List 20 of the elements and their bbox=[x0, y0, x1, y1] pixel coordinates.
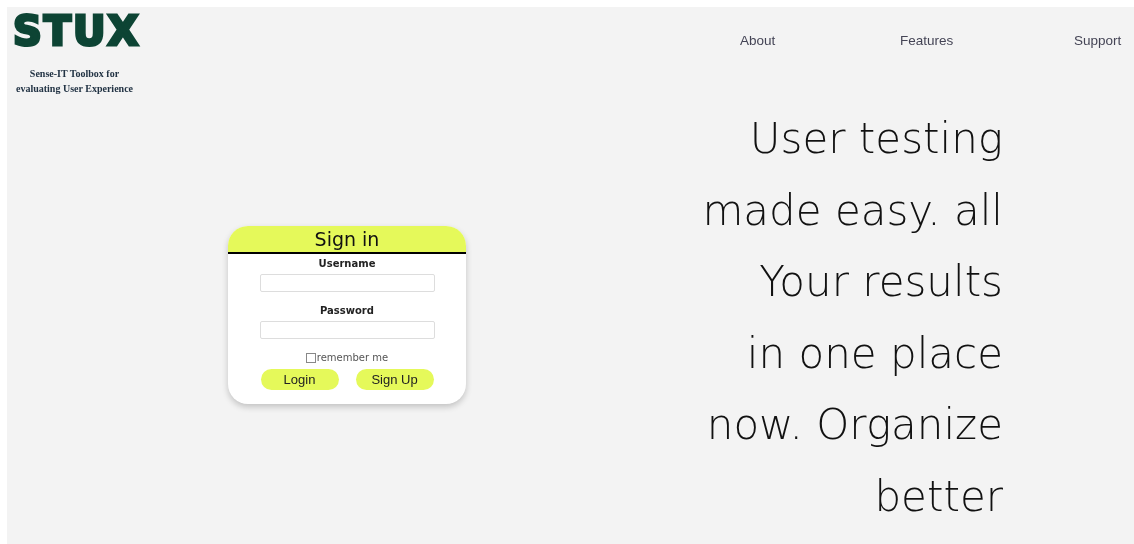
hero-text-line: in one place bbox=[745, 327, 1003, 380]
password-field[interactable] bbox=[259, 321, 435, 339]
signup-button[interactable]: Sign Up bbox=[355, 369, 434, 390]
hero-text-line: User testing bbox=[748, 113, 1003, 165]
hero-text-line: now. Organize bbox=[705, 399, 1003, 451]
nav-link[interactable]: About bbox=[740, 31, 776, 52]
hero-text-line: better bbox=[873, 470, 1003, 523]
username-field[interactable] bbox=[259, 274, 435, 292]
login-button[interactable]: Login bbox=[260, 369, 339, 390]
nav-link[interactable]: Features bbox=[900, 31, 954, 52]
field-label: Password bbox=[319, 304, 375, 318]
remember-checkbox[interactable] bbox=[305, 352, 316, 363]
logo: STUX bbox=[13, 11, 141, 51]
remember-label: remember me bbox=[316, 351, 389, 365]
hero-text-line: Your results bbox=[758, 256, 1003, 308]
logo-tagline: Sense-IT Toolbox for evaluating User Experience bbox=[15, 67, 134, 96]
signin-header: Sign in bbox=[228, 226, 466, 254]
nav-link[interactable]: Support bbox=[1074, 31, 1122, 52]
hero-text-line: made easy. all bbox=[702, 184, 1003, 237]
field-label: Username bbox=[317, 257, 377, 271]
